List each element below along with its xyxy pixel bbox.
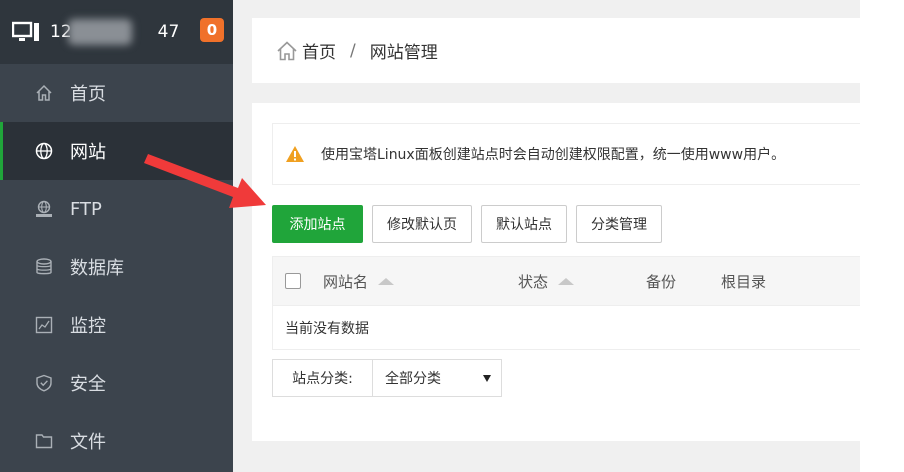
sidebar-item-website[interactable]: 网站: [0, 122, 233, 180]
breadcrumb-current: 网站管理: [369, 43, 438, 63]
category-select[interactable]: 全部分类: [372, 359, 502, 397]
edit-default-page-button[interactable]: 修改默认页: [372, 205, 472, 243]
add-site-button[interactable]: 添加站点: [272, 205, 363, 243]
column-label: 网站名: [323, 272, 369, 291]
home-icon: [34, 83, 54, 103]
sidebar-item-label: FTP: [70, 198, 102, 220]
column-label: 备份: [646, 272, 677, 291]
category-filter: 站点分类: 全部分类: [272, 359, 502, 397]
breadcrumb-separator: /: [350, 40, 356, 61]
sidebar-item-ftp[interactable]: FTP: [0, 180, 233, 238]
right-margin: [860, 0, 904, 472]
category-selected: 全部分类: [385, 371, 441, 387]
breadcrumb-home[interactable]: 首页: [302, 38, 336, 63]
sidebar-item-label: 首页: [70, 84, 106, 105]
sidebar-item-security[interactable]: 安全: [0, 354, 233, 412]
info-alert: 使用宝塔Linux面板创建站点时会自动创建权限配置，统一使用www用户。: [272, 123, 860, 185]
sidebar-item-database[interactable]: 数据库: [0, 238, 233, 296]
default-site-button[interactable]: 默认站点: [481, 205, 567, 243]
sidebar-item-label: 安全: [70, 374, 106, 395]
sort-icon: [558, 277, 575, 285]
select-all-checkbox[interactable]: [285, 273, 301, 289]
sidebar-item-label: 监控: [70, 316, 106, 337]
column-status[interactable]: 状态: [518, 271, 575, 292]
column-backup: 备份: [646, 271, 676, 292]
table-header: 网站名 状态 备份 根目录: [272, 256, 860, 306]
category-label: 站点分类:: [272, 359, 372, 397]
sort-icon: [378, 277, 395, 285]
server-ip-suffix: 47: [157, 22, 180, 42]
empty-table-row: 当前没有数据: [272, 306, 860, 350]
sidebar-item-monitor[interactable]: 监控: [0, 296, 233, 354]
home-icon[interactable]: [276, 40, 298, 62]
content-card: 使用宝塔Linux面板创建站点时会自动创建权限配置，统一使用www用户。 添加站…: [252, 103, 860, 441]
globe-icon: [34, 141, 54, 161]
sidebar-nav: 首页 网站 FTP 数据库 监控 安全 文件: [0, 64, 233, 470]
caret-down-icon: [483, 375, 491, 382]
monitor-icon: [12, 21, 39, 41]
sidebar-item-files[interactable]: 文件: [0, 412, 233, 470]
sidebar-item-home[interactable]: 首页: [0, 64, 233, 122]
folder-icon: [34, 431, 54, 451]
column-site-name[interactable]: 网站名: [323, 271, 395, 292]
warning-icon: [286, 146, 304, 162]
sidebar: 12 47 0 首页 网站 FTP 数据库 监控 安全 文件: [0, 0, 233, 472]
category-manage-button[interactable]: 分类管理: [576, 205, 662, 243]
ip-redaction: [68, 19, 132, 45]
shield-icon: [34, 373, 54, 393]
alert-text: 使用宝塔Linux面板创建站点时会自动创建权限配置，统一使用www用户。: [321, 147, 786, 163]
notification-badge[interactable]: 0: [200, 18, 224, 42]
breadcrumb: 首页 / 网站管理: [252, 18, 860, 83]
server-ip: 12 47: [50, 19, 180, 45]
column-label: 状态: [518, 272, 549, 291]
toolbar: 添加站点 修改默认页 默认站点 分类管理: [272, 205, 671, 243]
server-header: 12 47 0: [0, 0, 233, 64]
sidebar-item-label: 文件: [70, 432, 106, 453]
monitor-chart-icon: [34, 315, 54, 335]
database-icon: [34, 257, 54, 277]
column-root-dir: 根目录: [721, 271, 766, 292]
sidebar-item-label: 数据库: [70, 258, 124, 279]
ftp-icon: [34, 199, 54, 219]
column-label: 根目录: [721, 272, 767, 291]
site-table: 网站名 状态 备份 根目录 当前没有数据: [272, 256, 860, 350]
sidebar-item-label: 网站: [70, 142, 106, 163]
